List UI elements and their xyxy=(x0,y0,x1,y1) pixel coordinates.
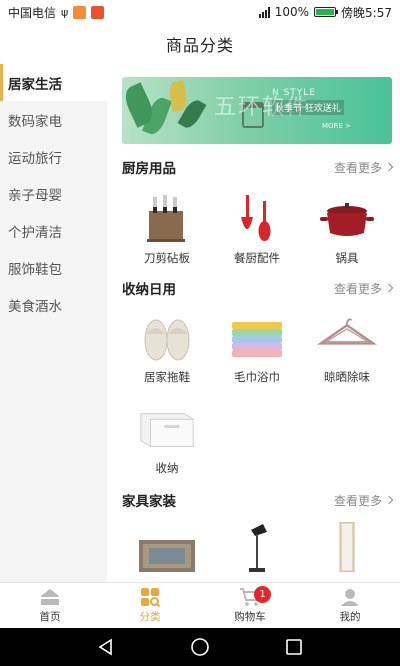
category-item[interactable]: 毛巾浴巾 xyxy=(212,308,302,385)
chevron-right-icon xyxy=(384,283,394,293)
promo-banner[interactable]: 五环软件 N STYLE 秋季节 狂欢送礼 MORE > xyxy=(122,77,392,144)
section-grid-furniture xyxy=(122,522,392,572)
user-icon xyxy=(341,589,359,606)
battery-percent: 100% xyxy=(274,5,310,19)
category-item[interactable] xyxy=(122,522,212,572)
recents-icon[interactable] xyxy=(285,638,303,656)
clock: 傍晚5:57 xyxy=(341,5,392,20)
category-item-label: 收纳 xyxy=(155,461,179,475)
category-item[interactable]: 锅具 xyxy=(302,189,392,266)
download-icon xyxy=(91,5,105,19)
section-grid-storage: 居家拖鞋 毛巾浴巾 晾晒除味 收纳 xyxy=(122,308,392,476)
category-item-label: 居家拖鞋 xyxy=(144,370,190,384)
sidebar-item-baby[interactable]: 亲子母婴 xyxy=(0,175,107,212)
page-title: 商品分类 xyxy=(165,36,234,55)
hanger-icon xyxy=(317,308,377,364)
usb-icon: ψ xyxy=(61,5,69,19)
tab-profile[interactable]: 我的 xyxy=(300,583,400,628)
back-icon[interactable] xyxy=(97,638,115,656)
sidebar-item-label: 美食酒水 xyxy=(8,298,62,315)
cart-count-badge: 1 xyxy=(254,586,271,603)
towels-icon xyxy=(227,308,287,364)
category-item-label: 餐厨配件 xyxy=(234,251,280,265)
signal-icon xyxy=(258,6,270,18)
rug-icon xyxy=(137,522,197,572)
category-item-label: 锅具 xyxy=(335,251,359,265)
app-notification-icon xyxy=(73,5,87,19)
status-bar: 中国电信 ψ 100% 傍晚5:57 xyxy=(0,0,400,24)
category-item[interactable]: 刀剪砧板 xyxy=(122,189,212,266)
category-item-label: 刀剪砧板 xyxy=(144,251,190,265)
sidebar-item-apparel[interactable]: 服饰鞋包 xyxy=(0,249,107,286)
category-icon xyxy=(141,588,161,607)
spatula-icon xyxy=(227,189,287,245)
tab-label: 我的 xyxy=(339,611,361,623)
tab-home[interactable]: 首页 xyxy=(0,583,100,628)
section-title: 厨房用品 xyxy=(122,161,176,177)
system-nav-bar xyxy=(0,628,400,666)
view-more-button[interactable]: 查看更多 xyxy=(333,280,394,297)
section-grid-kitchen: 刀剪砧板 餐厨配件 锅具 xyxy=(122,189,392,266)
chevron-right-icon xyxy=(384,162,394,172)
category-content: 五环软件 N STYLE 秋季节 狂欢送礼 MORE > 厨房用品 查看更多 刀… xyxy=(107,64,400,582)
view-more-label: 查看更多 xyxy=(333,160,382,175)
category-item-label: 毛巾浴巾 xyxy=(234,370,280,384)
view-more-label: 查看更多 xyxy=(333,281,382,296)
category-item[interactable]: 晾晒除味 xyxy=(302,308,392,385)
sidebar-item-sports-travel[interactable]: 运动旅行 xyxy=(0,138,107,175)
category-sidebar: 居家生活 数码家电 运动旅行 亲子母婴 个护清洁 服饰鞋包 美食酒水 xyxy=(0,64,107,582)
bottom-tab-bar: 首页 分类 购物车 1 我的 xyxy=(0,582,400,628)
view-more-label: 查看更多 xyxy=(333,493,382,508)
sidebar-item-digital[interactable]: 数码家电 xyxy=(0,101,107,138)
banner-tag: 秋季节 狂欢送礼 xyxy=(272,100,344,115)
tab-label: 分类 xyxy=(139,611,161,623)
section-header-furniture: 家具家装 查看更多 xyxy=(122,490,394,510)
lamp-icon xyxy=(227,522,287,572)
view-more-button[interactable]: 查看更多 xyxy=(333,492,394,509)
sidebar-item-home-living[interactable]: 居家生活 xyxy=(0,64,107,101)
pot-icon xyxy=(317,189,377,245)
section-header-storage: 收纳日用 查看更多 xyxy=(122,278,394,298)
sidebar-item-label: 个护清洁 xyxy=(8,224,62,241)
tab-label: 购物车 xyxy=(234,611,266,623)
section-title: 收纳日用 xyxy=(122,282,176,298)
sidebar-item-food-drink[interactable]: 美食酒水 xyxy=(0,286,107,323)
tab-label: 首页 xyxy=(39,611,61,623)
sidebar-item-label: 亲子母婴 xyxy=(8,187,62,204)
slippers-icon xyxy=(137,308,197,364)
banner-more: MORE > xyxy=(322,122,351,130)
sidebar-item-label: 服饰鞋包 xyxy=(8,261,62,278)
sidebar-item-label: 居家生活 xyxy=(8,76,62,93)
sidebar-item-label: 运动旅行 xyxy=(8,150,62,167)
carrier-label: 中国电信 xyxy=(8,5,57,20)
home-icon xyxy=(41,589,59,605)
category-item[interactable] xyxy=(302,522,392,572)
knife-block-icon xyxy=(137,189,197,245)
mirror-icon xyxy=(317,522,377,572)
category-item[interactable]: 餐厨配件 xyxy=(212,189,302,266)
page-header: 商品分类 xyxy=(0,24,400,64)
category-item[interactable]: 居家拖鞋 xyxy=(122,308,212,385)
sidebar-item-label: 数码家电 xyxy=(8,113,62,130)
section-header-kitchen: 厨房用品 查看更多 xyxy=(122,157,394,177)
tab-cart[interactable]: 购物车 1 xyxy=(200,583,300,628)
banner-style-text: N STYLE xyxy=(272,88,317,98)
category-item-label: 晾晒除味 xyxy=(324,370,370,384)
battery-icon xyxy=(314,7,339,17)
category-item[interactable]: 收纳 xyxy=(122,399,212,476)
section-title: 家具家装 xyxy=(122,494,176,510)
sidebar-item-personal-care[interactable]: 个护清洁 xyxy=(0,212,107,249)
category-item[interactable] xyxy=(212,522,302,572)
chevron-right-icon xyxy=(384,495,394,505)
storage-box-icon xyxy=(137,399,197,455)
view-more-button[interactable]: 查看更多 xyxy=(333,159,394,176)
home-button-icon[interactable] xyxy=(190,637,210,657)
tab-category[interactable]: 分类 xyxy=(100,583,200,628)
